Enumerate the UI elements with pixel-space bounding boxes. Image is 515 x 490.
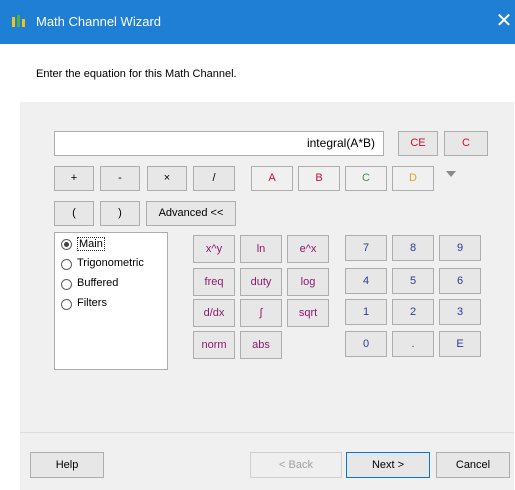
help-button[interactable]: Help (30, 452, 104, 478)
radio-label: Main (77, 237, 105, 251)
freq-button[interactable]: freq (193, 268, 235, 296)
key-8-button[interactable]: 8 (392, 235, 434, 261)
advanced-button[interactable]: Advanced << (146, 201, 236, 226)
close-paren-button[interactable]: ) (100, 201, 140, 226)
key-6-button[interactable]: 6 (439, 268, 481, 294)
chevron-down-icon[interactable] (446, 170, 456, 178)
key-5-button[interactable]: 5 (392, 268, 434, 294)
key-decimal-button[interactable]: . (392, 331, 434, 357)
ln-button[interactable]: ln (240, 235, 282, 263)
plus-button[interactable]: + (54, 166, 94, 191)
radio-icon (61, 279, 72, 290)
app-icon (12, 15, 25, 27)
key-7-button[interactable]: 7 (345, 235, 387, 261)
key-2-button[interactable]: 2 (392, 299, 434, 325)
abs-button[interactable]: abs (240, 331, 282, 359)
open-paren-button[interactable]: ( (54, 201, 94, 226)
integral-button[interactable]: ∫ (240, 299, 282, 327)
duty-button[interactable]: duty (240, 268, 282, 296)
back-button[interactable]: < Back (250, 452, 342, 478)
ce-button[interactable]: CE (398, 131, 438, 156)
radio-icon (61, 259, 72, 270)
radio-label: Buffered (77, 277, 119, 289)
title-bar: Math Channel Wizard ✕ (0, 0, 515, 44)
channel-b-button[interactable]: B (298, 166, 340, 191)
window-title: Math Channel Wizard (36, 14, 161, 29)
equation-input[interactable]: integral(A*B) (54, 131, 384, 156)
cancel-button[interactable]: Cancel (436, 452, 510, 478)
channel-a-button[interactable]: A (251, 166, 293, 191)
minus-button[interactable]: - (100, 166, 140, 191)
power-button[interactable]: x^y (193, 235, 235, 263)
category-list: Main Trigonometric Buffered Filters (54, 232, 168, 370)
radio-label: Filters (77, 297, 107, 309)
clear-button[interactable]: C (444, 131, 488, 156)
multiply-button[interactable]: × (147, 166, 187, 191)
next-button[interactable]: Next > (346, 452, 430, 478)
channel-c-button[interactable]: C (345, 166, 387, 191)
norm-button[interactable]: norm (193, 331, 235, 359)
key-4-button[interactable]: 4 (345, 268, 387, 294)
channel-d-button[interactable]: D (392, 166, 434, 191)
exp-button[interactable]: e^x (287, 235, 329, 263)
radio-label: Trigonometric (77, 257, 144, 269)
key-1-button[interactable]: 1 (345, 299, 387, 325)
radio-icon (61, 239, 72, 250)
instruction-text: Enter the equation for this Math Channel… (36, 68, 237, 80)
sqrt-button[interactable]: sqrt (287, 299, 329, 327)
key-0-button[interactable]: 0 (345, 331, 387, 357)
key-9-button[interactable]: 9 (439, 235, 481, 261)
close-icon[interactable]: ✕ (493, 8, 515, 34)
radio-icon (61, 299, 72, 310)
divide-button[interactable]: / (193, 166, 235, 191)
derivative-button[interactable]: d/dx (193, 299, 235, 327)
key-e-button[interactable]: E (439, 331, 481, 357)
key-3-button[interactable]: 3 (439, 299, 481, 325)
log-button[interactable]: log (287, 268, 329, 296)
